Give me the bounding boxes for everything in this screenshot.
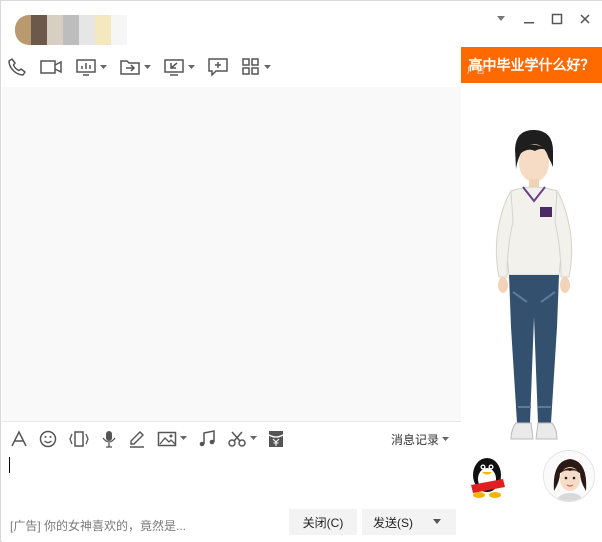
ad-banner[interactable]: 广告 高中毕业学什么好？ <box>461 47 602 83</box>
red-packet-icon[interactable] <box>268 427 284 451</box>
avatar-show-figure <box>495 129 573 440</box>
ad-link[interactable]: [广告] 你的女神喜欢的，竟然是... <box>10 517 186 534</box>
chevron-down-icon <box>442 437 449 441</box>
screen-share-icon[interactable] <box>75 54 107 80</box>
close-icon[interactable] <box>575 9 595 29</box>
title-bar <box>1 1 602 47</box>
font-icon[interactable] <box>10 427 28 451</box>
send-button[interactable]: 发送(S) <box>362 509 456 535</box>
close-button-label: 关闭(C) <box>302 515 344 530</box>
input-toolbar: 消息记录 <box>2 421 461 455</box>
apps-grid-icon[interactable] <box>241 54 271 80</box>
screenshot-scissors-icon[interactable] <box>227 427 257 451</box>
file-transfer-icon[interactable] <box>119 54 151 80</box>
message-history-link[interactable]: 消息记录 <box>391 431 449 448</box>
emoji-icon[interactable] <box>39 427 57 451</box>
text-caret <box>9 457 10 473</box>
ad-mark: 广告 <box>467 65 486 75</box>
friend-avatar[interactable] <box>543 450 595 502</box>
chat-window: 消息记录 [广告] 你的女神喜欢的，竟然是... 关闭(C) 发送(S) 广告 … <box>0 0 602 542</box>
add-chat-icon[interactable] <box>207 54 229 80</box>
minimize-icon[interactable] <box>519 9 539 29</box>
remote-desktop-icon[interactable] <box>163 54 195 80</box>
right-ad-panel: 广告 高中毕业学什么好？ <box>461 47 602 542</box>
history-label: 消息记录 <box>390 433 439 447</box>
chat-toolbar <box>7 53 283 81</box>
close-button[interactable]: 关闭(C) <box>289 509 357 535</box>
video-call-icon[interactable] <box>39 54 63 80</box>
phone-icon[interactable] <box>7 54 27 80</box>
music-icon[interactable] <box>198 427 216 451</box>
contact-name-blurred <box>15 15 127 45</box>
send-button-label: 发送(S) <box>373 515 413 530</box>
bottom-bar: [广告] 你的女神喜欢的，竟然是... 关闭(C) 发送(S) <box>2 505 461 542</box>
send-options-icon[interactable] <box>433 519 441 525</box>
pen-icon[interactable] <box>128 427 146 451</box>
message-history-area[interactable] <box>2 87 461 421</box>
shake-icon[interactable] <box>68 427 90 451</box>
banner-text: 高中毕业学什么好？ <box>468 57 595 73</box>
maximize-icon[interactable] <box>547 9 567 29</box>
image-icon[interactable] <box>157 427 187 451</box>
qq-penguin-logo[interactable] <box>463 449 509 499</box>
message-input[interactable] <box>2 455 461 505</box>
dropdown-arrow-icon[interactable] <box>491 9 511 29</box>
voice-icon[interactable] <box>101 427 117 451</box>
